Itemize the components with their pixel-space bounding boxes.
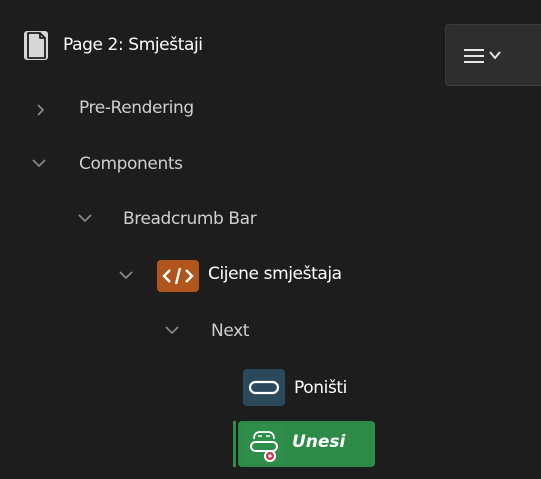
- tree-item-next[interactable]: Next: [211, 321, 249, 341]
- page-title: Page 2: Smještaji: [63, 35, 203, 55]
- tree-item-label: Components: [79, 154, 183, 174]
- menu-icon: [464, 49, 501, 63]
- tree-menu-button[interactable]: [445, 24, 541, 86]
- tree-item-label: Cijene smještaja: [208, 264, 342, 284]
- chevron-down-icon[interactable]: [78, 213, 92, 223]
- chevron-down-icon[interactable]: [32, 158, 46, 168]
- page-icon: [24, 31, 48, 60]
- chevron-down-icon[interactable]: [119, 270, 133, 280]
- tree-item-label: Next: [211, 321, 250, 341]
- tree-item-breadcrumb-bar[interactable]: Breadcrumb Bar: [123, 209, 257, 229]
- tree-item-components[interactable]: Components: [79, 154, 183, 174]
- tree-item-button-ponisti[interactable]: Poništi: [294, 378, 347, 398]
- tree-item-pre-rendering[interactable]: Pre-Rendering: [79, 98, 194, 118]
- tree-item-label: Poništi: [294, 378, 347, 398]
- code-icon: [157, 260, 199, 292]
- tree-item-region[interactable]: Cijene smještaja: [208, 264, 342, 284]
- page-title-row[interactable]: Page 2: Smještaji: [63, 35, 203, 55]
- chevron-right-icon[interactable]: [35, 104, 47, 116]
- chevron-down-icon[interactable]: [165, 325, 179, 335]
- selection-indicator: [233, 421, 236, 467]
- tree-item-label: Pre-Rendering: [79, 98, 194, 118]
- page-tree: Page 2: Smještaji Pre-Rendering Componen…: [0, 0, 541, 479]
- button-icon: [243, 424, 285, 464]
- button-icon: [243, 369, 285, 406]
- tree-item-label: Breadcrumb Bar: [123, 209, 257, 229]
- tree-item-label: Unesi: [292, 432, 346, 452]
